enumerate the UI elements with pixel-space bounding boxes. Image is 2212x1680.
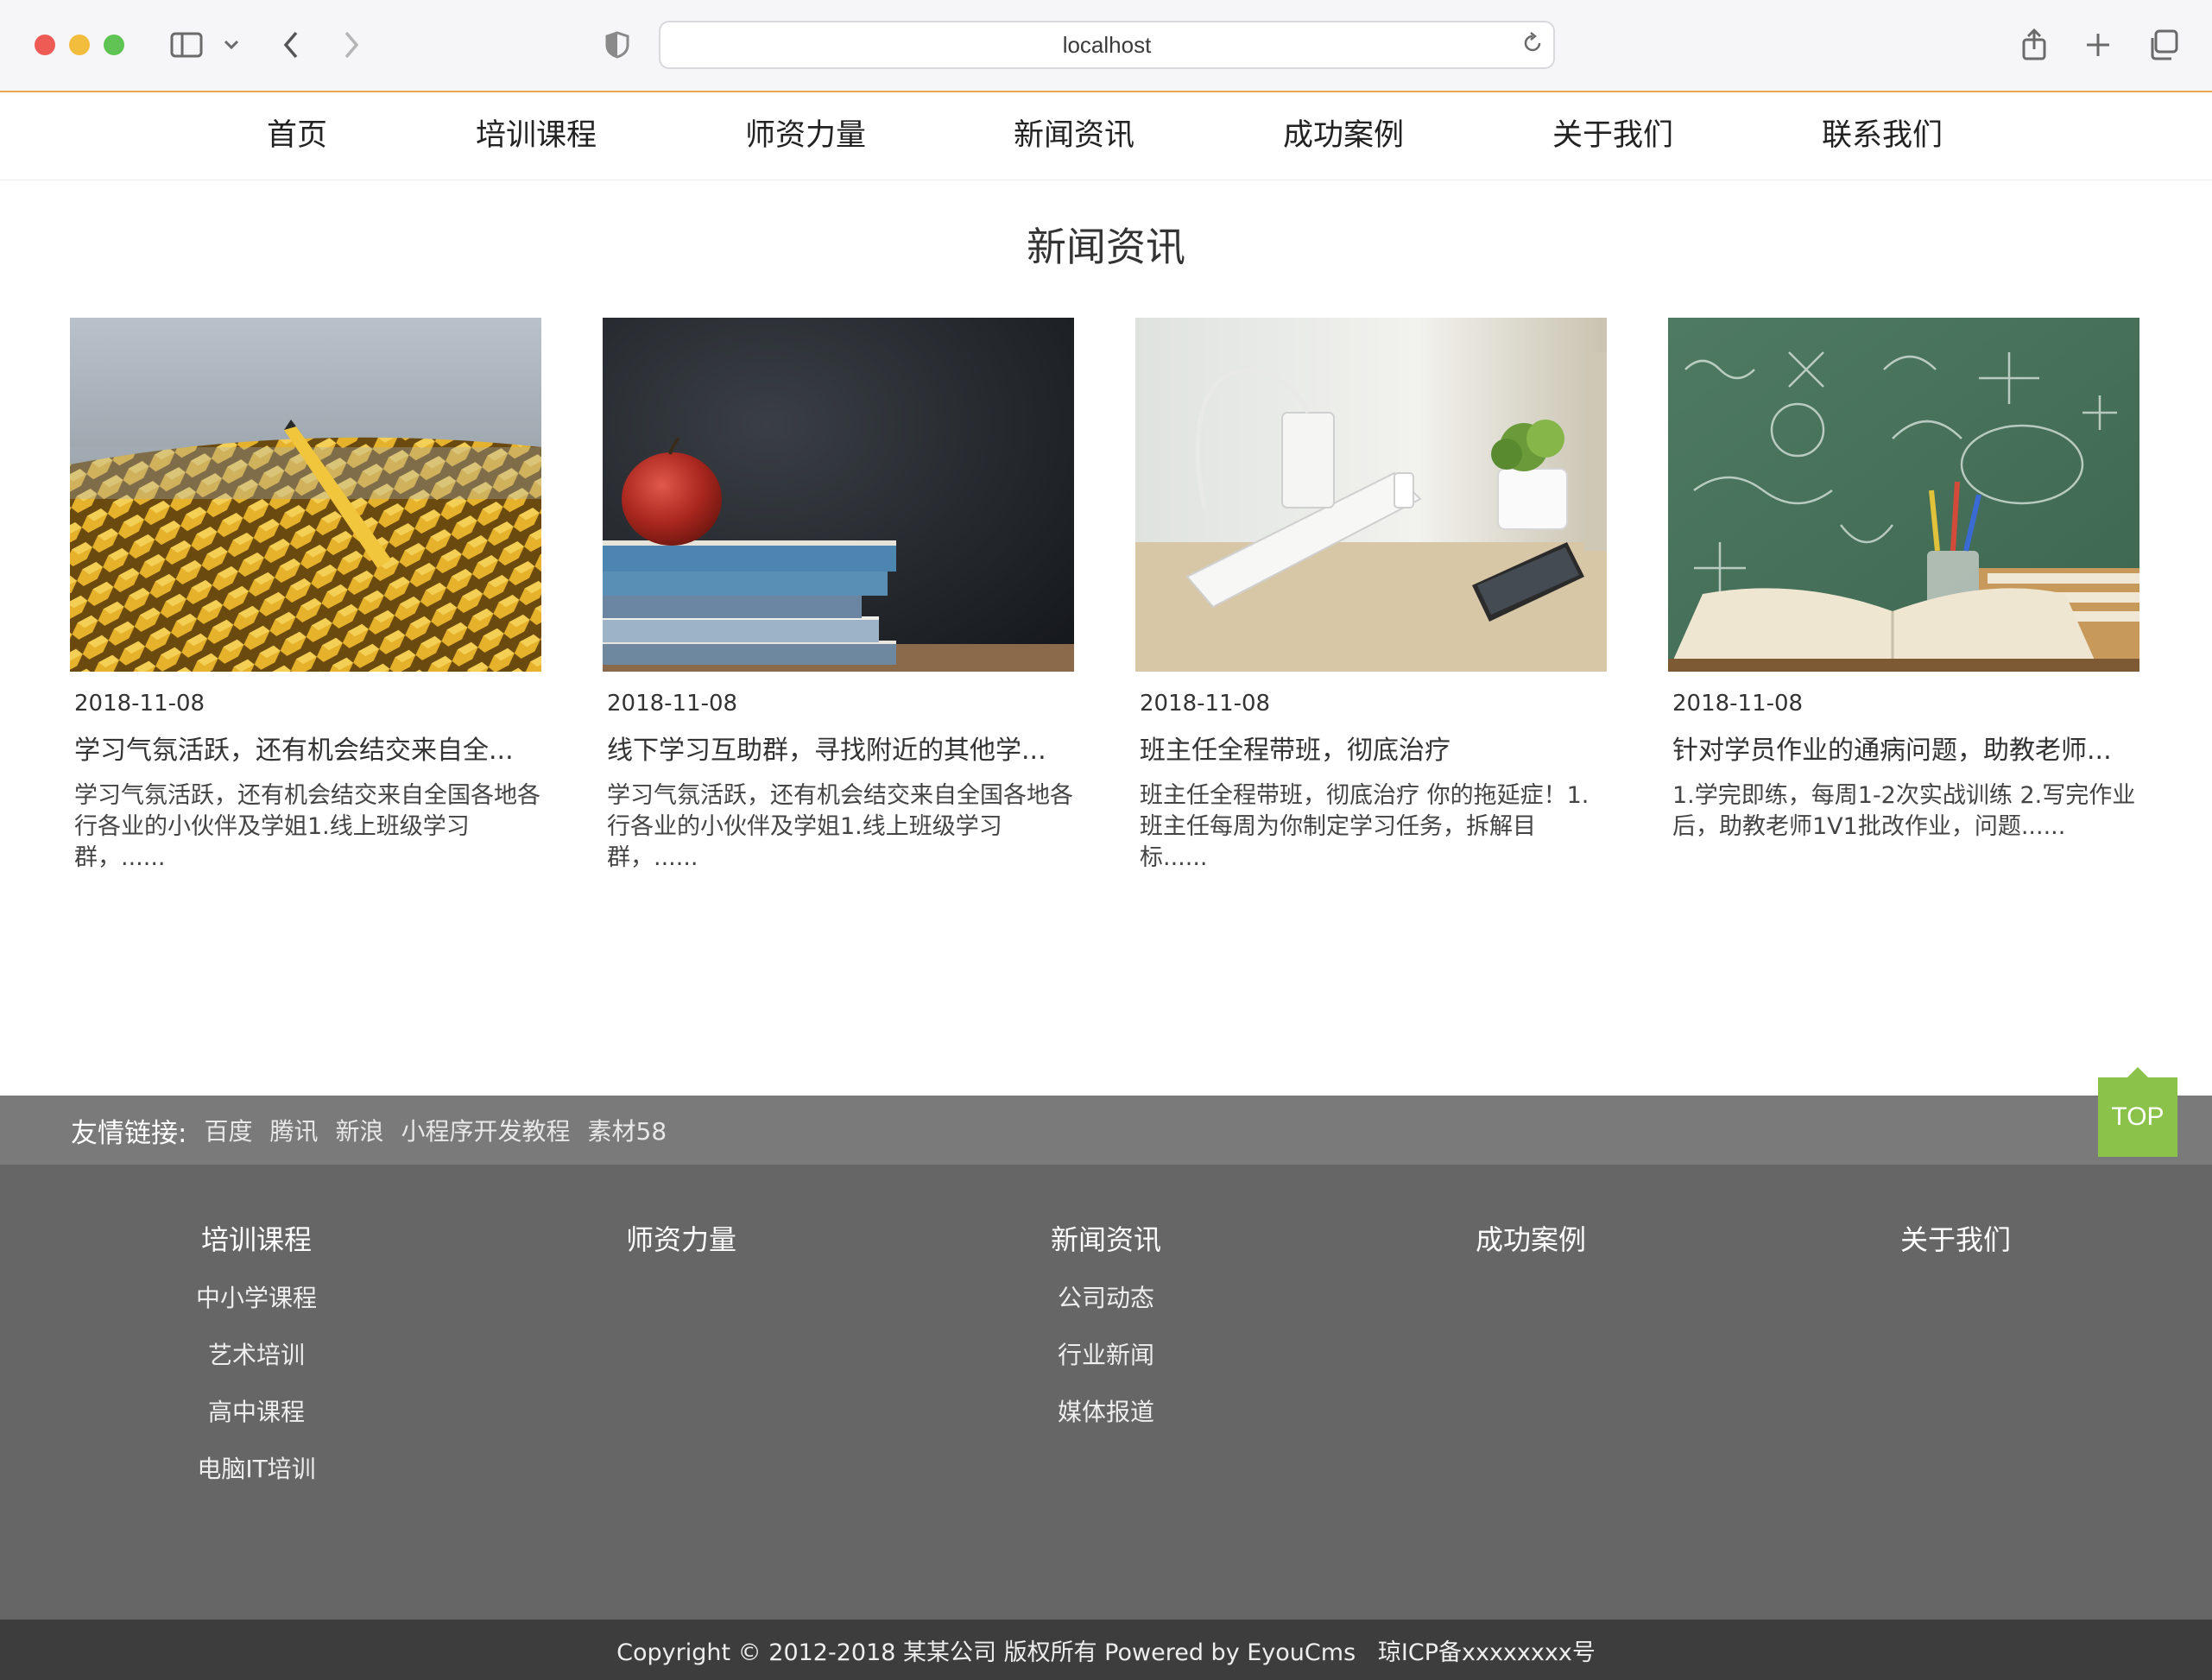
news-date: 2018-11-08 [1140, 691, 1271, 717]
news-card[interactable]: 2018-11-08 学习气氛活跃，还有机会结交来自全... 学习气氛活跃，还有… [70, 318, 541, 874]
nav-success-cases[interactable]: 成功案例 [1283, 92, 1404, 180]
footer-link[interactable]: 电脑IT培训 [127, 1453, 386, 1510]
footer-column-title[interactable]: 师资力量 [552, 1218, 811, 1258]
news-title[interactable]: 学习气氛活跃，还有机会结交来自全... [74, 729, 540, 767]
sidebar-toggle-icon[interactable] [167, 24, 205, 66]
nav-training-courses[interactable]: 培训课程 [476, 92, 597, 180]
back-to-top-button[interactable]: TOP [2098, 1067, 2177, 1157]
footer-column-news: 新闻资讯 公司动态 行业新闻 媒体报道 [976, 1218, 1236, 1453]
footer-link[interactable]: 高中课程 [127, 1396, 386, 1453]
footer-link[interactable]: 中小学课程 [127, 1282, 386, 1339]
zoom-window-button[interactable] [104, 35, 124, 55]
privacy-shield-icon[interactable] [603, 24, 632, 66]
nav-home[interactable]: 首页 [267, 92, 327, 180]
back-icon[interactable] [276, 24, 306, 66]
url-text: localhost [1062, 31, 1152, 58]
nav-faculty[interactable]: 师资力量 [745, 92, 866, 180]
apple-books-photo[interactable] [603, 318, 1074, 672]
tab-overview-icon[interactable] [2145, 24, 2181, 66]
share-icon[interactable] [2017, 24, 2051, 66]
news-excerpt: 班主任全程带班，彻底治疗 你的拖延症！1.班主任每周为你制定学习任务，拆解目 标… [1140, 782, 1589, 871]
news-card[interactable]: 2018-11-08 班主任全程带班，彻底治疗 班主任全程带班，彻底治疗 你的拖… [1135, 318, 1607, 874]
reload-icon[interactable] [1520, 31, 1545, 61]
news-date: 2018-11-08 [607, 691, 738, 717]
news-excerpt: 学习气氛活跃，还有机会结交来自全国各地各行各业的小伙伴及学姐1.线上班级学习群，… [607, 782, 1073, 871]
friend-link-sucai58[interactable]: 素材58 [588, 1113, 667, 1147]
footer-column-title[interactable]: 新闻资讯 [976, 1218, 1236, 1258]
news-title[interactable]: 班主任全程带班，彻底治疗 [1140, 729, 1606, 767]
news-date: 2018-11-08 [74, 691, 205, 717]
new-tab-icon[interactable] [2081, 24, 2115, 66]
browser-toolbar: localhost [0, 0, 2212, 92]
footer-link[interactable]: 艺术培训 [127, 1339, 386, 1396]
copyright-text: Copyright © 2012-2018 某某公司 版权所有 Powered … [616, 1639, 1596, 1666]
friend-link-tencent[interactable]: 腾讯 [269, 1113, 318, 1147]
friend-links-label: 友情链接: [71, 1117, 187, 1149]
news-title[interactable]: 线下学习互助群，寻找附近的其他学... [607, 729, 1073, 767]
footer-column-training: 培训课程 中小学课程 艺术培训 高中课程 电脑IT培训 [127, 1218, 386, 1510]
friend-links-bar: 友情链接: 百度 腾讯 新浪 小程序开发教程 素材58 [0, 1096, 2212, 1165]
news-excerpt: 学习气氛活跃，还有机会结交来自全国各地各行各业的小伙伴及学姐1.线上班级学习群，… [74, 782, 540, 871]
footer-column-cases: 成功案例 [1401, 1218, 1660, 1282]
nav-news[interactable]: 新闻资讯 [1014, 92, 1134, 180]
pencils-photo[interactable] [70, 318, 541, 672]
nav-about-us[interactable]: 关于我们 [1552, 92, 1673, 180]
friend-link-baidu[interactable]: 百度 [204, 1113, 252, 1147]
chalkboard-books-photo[interactable] [1668, 318, 2139, 672]
friend-link-miniprogram[interactable]: 小程序开发教程 [401, 1113, 571, 1147]
footer-column-faculty: 师资力量 [552, 1218, 811, 1282]
news-title[interactable]: 针对学员作业的通病问题，助教老师... [1672, 729, 2139, 767]
desk-charger-photo[interactable] [1135, 318, 1607, 672]
news-card[interactable]: 2018-11-08 针对学员作业的通病问题，助教老师... 1.学完即练，每周… [1668, 318, 2139, 843]
chevron-down-icon[interactable] [221, 24, 242, 66]
footer-column-about: 关于我们 [1826, 1218, 2085, 1282]
footer-column-title[interactable]: 关于我们 [1826, 1218, 2085, 1258]
section-title: 新闻资讯 [1027, 224, 1185, 270]
footer-column-title[interactable]: 培训课程 [127, 1218, 386, 1258]
footer-link[interactable]: 公司动态 [976, 1282, 1236, 1339]
news-date: 2018-11-08 [1672, 691, 1804, 717]
footer-column-title[interactable]: 成功案例 [1401, 1218, 1660, 1258]
copyright-bar: Copyright © 2012-2018 某某公司 版权所有 Powered … [0, 1620, 2212, 1680]
site-footer: 培训课程 中小学课程 艺术培训 高中课程 电脑IT培训 师资力量 新闻资讯 公司… [0, 1165, 2212, 1620]
address-bar[interactable]: localhost [659, 21, 1555, 69]
footer-link[interactable]: 媒体报道 [976, 1396, 1236, 1453]
minimize-window-button[interactable] [69, 35, 90, 55]
friend-link-sina[interactable]: 新浪 [335, 1113, 383, 1147]
news-excerpt: 1.学完即练，每周1-2次实战训练 2.写完作业后，助教老师1V1批改作业，问题… [1672, 782, 2136, 840]
news-card[interactable]: 2018-11-08 线下学习互助群，寻找附近的其他学... 学习气氛活跃，还有… [603, 318, 1074, 874]
nav-contact-us[interactable]: 联系我们 [1822, 92, 1943, 180]
footer-link[interactable]: 行业新闻 [976, 1339, 1236, 1396]
close-window-button[interactable] [35, 35, 55, 55]
main-nav: 首页 培训课程 师资力量 新闻资讯 成功案例 关于我们 联系我们 [0, 92, 2212, 180]
forward-icon[interactable] [337, 24, 366, 66]
